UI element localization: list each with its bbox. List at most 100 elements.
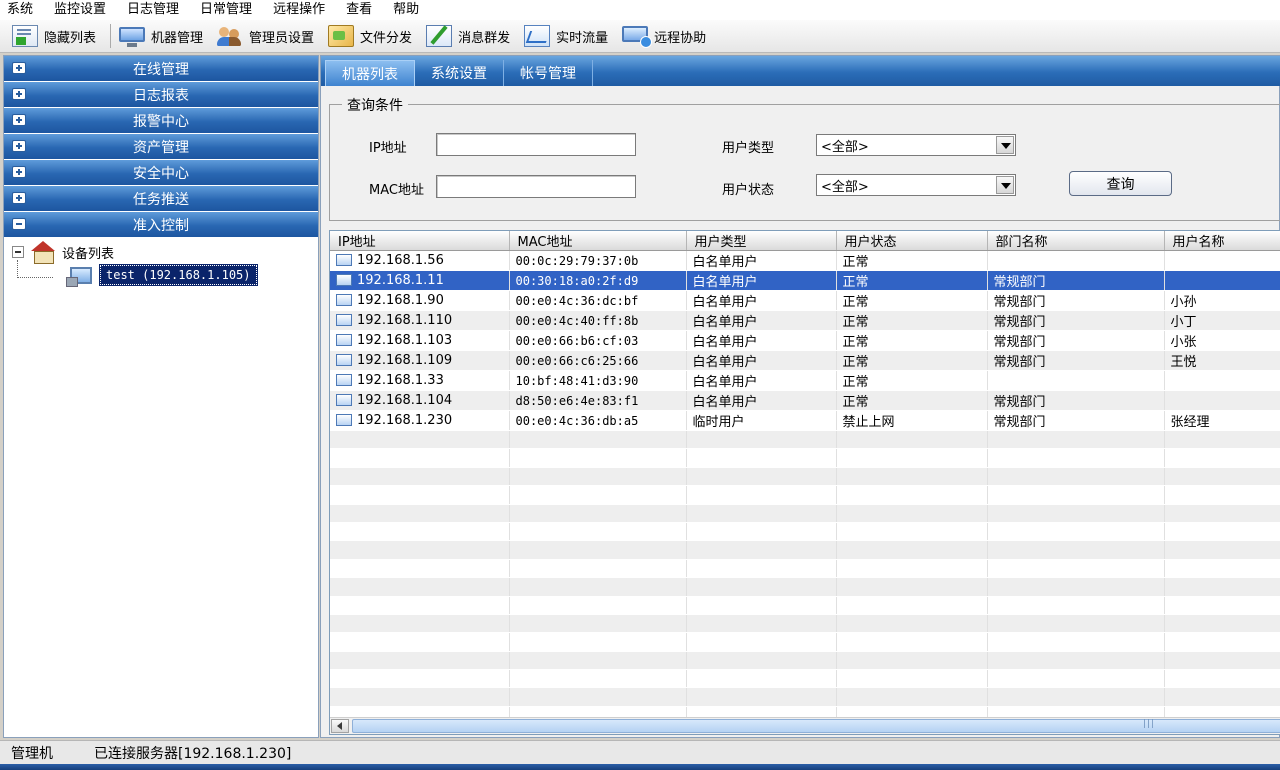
toolbar-button-3[interactable]: 文件分发	[324, 22, 422, 50]
sidebar-section-5[interactable]: 任务推送	[4, 186, 318, 212]
tree-root-device-list[interactable]: 设备列表	[10, 240, 318, 264]
toolbar-button-5[interactable]: 实时流量	[520, 22, 618, 50]
sidebar-section-2[interactable]: 报警中心	[4, 108, 318, 134]
column-header-3[interactable]: 用户状态	[836, 231, 988, 251]
table-cell	[509, 504, 687, 523]
cell-text: 白名单用户	[692, 295, 758, 310]
ip-input[interactable]	[436, 133, 636, 156]
table-row[interactable]: 192.168.1.90 00:e0:4c:36:dc:bf 白名单用户 正常 常规部门…	[330, 290, 1280, 311]
sidebar-section-1[interactable]: 日志报表	[4, 82, 318, 108]
column-header-0[interactable]: IP地址	[330, 231, 510, 251]
table-cell	[836, 632, 988, 652]
cell-text: 192.168.1.230	[357, 413, 453, 428]
tab-1[interactable]: 系统设置	[415, 60, 504, 86]
table-row[interactable]: 192.168.1.33 10:bf:48:41:d3:90 白名单用户 正常	[330, 370, 1280, 391]
table-cell: 白名单用户	[686, 310, 837, 331]
cell-text: 白名单用户	[692, 255, 758, 270]
search-button[interactable]: 查询	[1069, 171, 1172, 196]
tree-item-label[interactable]: test (192.168.1.105)	[99, 264, 258, 286]
menu-bar: 系统 监控设置 日志管理 日常管理 远程操作 查看 帮助	[0, 0, 1280, 20]
table-row[interactable]: 192.168.1.56 00:0c:29:79:37:0b 白名单用户 正常	[330, 250, 1280, 271]
plus-icon[interactable]	[12, 62, 26, 74]
table-cell	[686, 596, 837, 615]
table-cell	[330, 504, 510, 523]
tab-0[interactable]: 机器列表	[325, 60, 415, 86]
plus-icon[interactable]	[12, 192, 26, 204]
plus-icon[interactable]	[12, 140, 26, 152]
table-cell: 192.168.1.104	[330, 390, 510, 411]
dropdown-arrow-icon[interactable]	[996, 136, 1014, 154]
table-row[interactable]: 192.168.1.11 00:30:18:a0:2f:d9 白名单用户 正常 常规部门	[330, 270, 1280, 291]
toolbar-button-2[interactable]: 管理员设置	[213, 22, 324, 50]
user-type-value: <全部>	[821, 139, 869, 155]
menu-item-0[interactable]: 系统	[0, 0, 44, 20]
horizontal-scrollbar[interactable]	[330, 717, 1280, 734]
table-row[interactable]: 192.168.1.103 00:e0:66:b6:cf:03 白名单用户 正常 常规部…	[330, 330, 1280, 351]
tree-item-test[interactable]: test (192.168.1.105)	[66, 262, 318, 288]
table-cell	[686, 504, 837, 523]
table-cell	[1164, 596, 1280, 615]
table-cell: 正常	[836, 290, 988, 311]
traffic-chart-icon	[524, 25, 551, 47]
cell-text: 00:e0:66:b6:cf:03	[515, 333, 639, 348]
collapse-icon[interactable]	[12, 246, 24, 258]
table-cell	[330, 614, 510, 634]
user-type-select[interactable]: <全部>	[816, 134, 1016, 156]
computer-row-icon	[336, 274, 352, 286]
plus-icon[interactable]	[12, 114, 26, 126]
toolbar-button-6[interactable]: 远程协助	[618, 22, 716, 50]
menu-item-3[interactable]: 日常管理	[190, 0, 263, 20]
table-cell	[686, 614, 837, 634]
sidebar-section-0[interactable]: 在线管理	[4, 56, 318, 82]
cell-text: 张经理	[1170, 415, 1210, 430]
computer-row-icon	[336, 314, 352, 326]
menu-item-5[interactable]: 查看	[336, 0, 383, 20]
message-icon	[426, 25, 453, 47]
table-cell: 小张	[1164, 330, 1280, 351]
cell-text: 00:e0:4c:40:ff:8b	[515, 313, 639, 328]
table-cell	[836, 559, 988, 579]
column-header-5[interactable]: 用户名称	[1164, 231, 1280, 251]
sidebar-section-label: 资产管理	[133, 139, 189, 156]
plus-icon[interactable]	[12, 166, 26, 178]
toolbar-button-1[interactable]: 机器管理	[115, 22, 213, 50]
table-row[interactable]: 192.168.1.104 d8:50:e6:4e:83:f1 白名单用户 正常 常规部…	[330, 390, 1280, 411]
cell-text: d8:50:e6:4e:83:f1	[515, 393, 639, 408]
cell-text: 常规部门	[993, 315, 1046, 330]
menu-item-1[interactable]: 监控设置	[44, 0, 117, 20]
toolbar-button-0[interactable]: 隐藏列表	[8, 22, 106, 50]
user-status-select[interactable]: <全部>	[816, 174, 1016, 196]
computer-row-icon	[336, 254, 352, 266]
table-cell: 192.168.1.33	[330, 370, 510, 391]
column-header-4[interactable]: 部门名称	[987, 231, 1165, 251]
table-cell: 00:30:18:a0:2f:d9	[509, 270, 687, 291]
column-header-2[interactable]: 用户类型	[686, 231, 837, 251]
minus-icon[interactable]	[12, 218, 26, 230]
table-cell: 正常	[836, 310, 988, 331]
plus-icon[interactable]	[12, 88, 26, 100]
menu-item-2[interactable]: 日志管理	[117, 0, 190, 20]
dropdown-arrow-icon[interactable]	[996, 176, 1014, 194]
cell-text: 小孙	[1170, 295, 1197, 310]
table-cell: 张经理	[1164, 410, 1280, 431]
cell-text: 正常	[842, 275, 869, 290]
menu-item-6[interactable]: 帮助	[383, 0, 430, 20]
cell-text: 常规部门	[993, 335, 1046, 350]
sidebar-section-3[interactable]: 资产管理	[4, 134, 318, 160]
menu-item-4[interactable]: 远程操作	[263, 0, 336, 20]
table-cell	[1164, 540, 1280, 560]
sidebar-section-6[interactable]: 准入控制	[4, 212, 318, 238]
table-cell	[987, 448, 1165, 468]
tab-2[interactable]: 帐号管理	[504, 60, 593, 86]
scroll-left-icon[interactable]	[331, 719, 349, 733]
table-row[interactable]: 192.168.1.230 00:e0:4c:36:db:a5 临时用户 禁止上网 常规…	[330, 410, 1280, 431]
toolbar-button-4[interactable]: 消息群发	[422, 22, 520, 50]
computer-row-icon	[336, 354, 352, 366]
mac-input[interactable]	[436, 175, 636, 198]
table-row[interactable]: 192.168.1.110 00:e0:4c:40:ff:8b 白名单用户 正常 常规部…	[330, 310, 1280, 331]
table-cell: 常规部门	[987, 410, 1165, 431]
scrollbar-thumb[interactable]	[352, 719, 1280, 733]
sidebar-section-4[interactable]: 安全中心	[4, 160, 318, 186]
column-header-1[interactable]: MAC地址	[509, 231, 687, 251]
table-row[interactable]: 192.168.1.109 00:e0:66:c6:25:66 白名单用户 正常 常规部…	[330, 350, 1280, 371]
